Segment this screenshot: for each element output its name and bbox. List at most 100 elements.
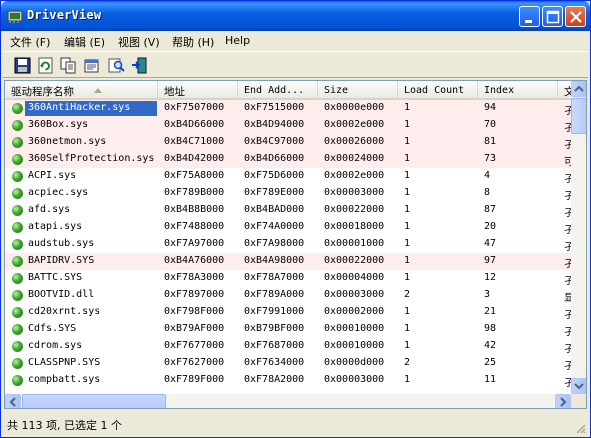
table-row[interactable]: audstub.sys 0xF7A97000 0xF7A98000 0x0000100… xyxy=(5,236,571,253)
table-row[interactable]: Cdfs.SYS 0xB79AF000 0xB79BF000 0x00010000 1 9… xyxy=(5,321,571,338)
cell-size: 0x0002e000 xyxy=(324,119,385,130)
cell-file-description: 孑 xyxy=(564,323,571,338)
menu-file[interactable]: 文件 (F) xyxy=(10,34,50,50)
cell-end-address: 0xB4D94000 xyxy=(244,119,305,130)
cell-end-address: 0xF7634000 xyxy=(244,357,305,368)
cell-load-count: 1 xyxy=(404,221,411,232)
cell-index: 42 xyxy=(484,340,497,351)
scroll-right-button[interactable] xyxy=(555,394,571,408)
table-row[interactable]: 360SelfProtection.sys 0xB4D42000 0xB4D6600… xyxy=(5,151,571,168)
cell-file-description: 可 xyxy=(564,153,571,168)
cell-file-description: 孑 xyxy=(564,119,571,134)
cell-driver-name: ACPI.sys xyxy=(28,170,77,181)
driver-status-icon xyxy=(12,120,23,131)
cell-address: 0xF78A3000 xyxy=(164,272,225,283)
column-load-count[interactable]: Load Count xyxy=(398,81,478,100)
save-icon xyxy=(14,57,31,74)
driver-status-icon xyxy=(12,256,23,267)
table-row[interactable]: afd.sys 0xB4B8B000 0xB4BAD000 0x00022000 1 87… xyxy=(5,202,571,219)
find-button[interactable] xyxy=(106,55,127,76)
table-row[interactable]: CLASSPNP.SYS 0xF7627000 0xF7634000 0x0000d0… xyxy=(5,355,571,372)
cell-driver-name: Cdfs.SYS xyxy=(28,323,77,334)
cell-index: 70 xyxy=(484,119,497,130)
cell-size: 0x00022000 xyxy=(324,255,385,266)
cell-size: 0x00003000 xyxy=(324,187,385,198)
cell-load-count: 1 xyxy=(404,340,411,351)
arrow-right-icon xyxy=(560,397,567,407)
cell-address: 0xF7627000 xyxy=(164,357,225,368)
list-rows: 360AntiHacker.sys 0xF7507000 0xF7515000 0x0… xyxy=(5,100,571,394)
cell-file-description: 显 xyxy=(564,289,571,304)
driver-list[interactable]: 驱动程序名称 地址 End Add... Size Load Count Ind… xyxy=(4,80,587,409)
table-row[interactable]: 360Box.sys 0xB4D66000 0xB4D94000 0x0002e000… xyxy=(5,117,571,134)
properties-button[interactable] xyxy=(81,55,102,76)
refresh-button[interactable] xyxy=(35,55,56,76)
table-row[interactable]: atapi.sys 0xF7488000 0xF74A0000 0x00018000 1… xyxy=(5,219,571,236)
table-row[interactable]: 360AntiHacker.sys 0xF7507000 0xF7515000 0x0… xyxy=(5,100,571,117)
table-row[interactable]: BATTC.SYS 0xF78A3000 0xF78A7000 0x00004000 1… xyxy=(5,270,571,287)
column-index[interactable]: Index xyxy=(478,81,558,100)
cell-address: 0xF798F000 xyxy=(164,306,225,317)
cell-file-description: 孑 xyxy=(564,136,571,151)
cell-file-description: 孑 xyxy=(564,170,571,185)
table-row[interactable]: acpiec.sys 0xF789B000 0xF789E000 0x00003000… xyxy=(5,185,571,202)
table-row[interactable]: cd20xrnt.sys 0xF798F000 0xF7991000 0x000020… xyxy=(5,304,571,321)
cell-driver-name: 360AntiHacker.sys xyxy=(28,102,131,113)
cell-size: 0x00003000 xyxy=(324,289,385,300)
cell-end-address: 0xF7687000 xyxy=(244,340,305,351)
column-address[interactable]: 地址 xyxy=(158,81,238,100)
cell-driver-name: BOOTVID.dll xyxy=(28,289,95,300)
title-bar[interactable]: DriverView xyxy=(1,1,590,31)
exit-button[interactable] xyxy=(129,55,150,76)
minimize-button[interactable] xyxy=(519,6,540,27)
cell-end-address: 0xF75D6000 xyxy=(244,170,305,181)
cell-size: 0x00010000 xyxy=(324,323,385,334)
resize-grip-icon[interactable] xyxy=(574,422,586,434)
scroll-down-button[interactable] xyxy=(571,378,586,394)
driver-status-icon xyxy=(12,137,23,148)
cell-size: 0x00018000 xyxy=(324,221,385,232)
cell-driver-name: BATTC.SYS xyxy=(28,272,83,283)
table-row[interactable]: cdrom.sys 0xF7677000 0xF7687000 0x00010000 1… xyxy=(5,338,571,355)
maximize-button[interactable] xyxy=(542,6,563,27)
menu-view[interactable]: 视图 (V) xyxy=(118,34,160,50)
cell-driver-name: compbatt.sys xyxy=(28,374,101,385)
column-size[interactable]: Size xyxy=(318,81,398,100)
horizontal-scrollbar[interactable] xyxy=(5,394,571,408)
minimize-icon xyxy=(525,20,532,23)
table-row[interactable]: 360netmon.sys 0xB4C71000 0xB4C97000 0x00026… xyxy=(5,134,571,151)
cell-load-count: 1 xyxy=(404,238,411,249)
table-row[interactable]: compbatt.sys 0xF789F000 0xF78A2000 0x000030… xyxy=(5,372,571,389)
cell-end-address: 0xF78A2000 xyxy=(244,374,305,385)
cell-file-description: 孑 xyxy=(564,187,571,202)
cell-file-description: 孑 xyxy=(564,340,571,355)
cell-load-count: 1 xyxy=(404,374,411,385)
save-button[interactable] xyxy=(12,55,33,76)
cell-address: 0xF7897000 xyxy=(164,289,225,300)
copy-button[interactable] xyxy=(58,55,79,76)
cell-load-count: 2 xyxy=(404,357,411,368)
vertical-scroll-thumb[interactable] xyxy=(571,98,586,134)
vertical-scrollbar[interactable] xyxy=(571,81,586,394)
table-row[interactable]: ACPI.sys 0xF75A8000 0xF75D6000 0x0002e000 1 4… xyxy=(5,168,571,185)
column-end-address[interactable]: End Add... xyxy=(238,81,318,100)
status-bar: 共 113 项, 已选定 1 个 xyxy=(3,412,588,436)
arrow-down-icon xyxy=(574,383,584,390)
cell-driver-name: 360netmon.sys xyxy=(28,136,107,147)
properties-icon xyxy=(84,59,99,73)
column-label: Index xyxy=(484,85,515,96)
menu-help-cn[interactable]: 帮助 (H) xyxy=(172,34,214,50)
cell-driver-name: cdrom.sys xyxy=(28,340,83,351)
table-row[interactable]: BAPIDRV.SYS 0xB4A76000 0xB4A98000 0x0002200… xyxy=(5,253,571,270)
table-row[interactable]: BOOTVID.dll 0xF7897000 0xF789A000 0x0000300… xyxy=(5,287,571,304)
horizontal-scroll-thumb[interactable] xyxy=(22,394,166,408)
scroll-up-button[interactable] xyxy=(571,81,586,97)
close-button[interactable] xyxy=(565,6,586,27)
cell-file-description: 孑 xyxy=(564,238,571,253)
arrow-up-icon xyxy=(574,85,584,92)
copy-icon xyxy=(60,57,76,74)
scroll-left-button[interactable] xyxy=(5,394,21,408)
menu-help[interactable]: Help xyxy=(225,34,250,47)
menu-edit[interactable]: 编辑 (E) xyxy=(64,34,105,50)
column-driver-name[interactable]: 驱动程序名称 xyxy=(5,81,158,100)
